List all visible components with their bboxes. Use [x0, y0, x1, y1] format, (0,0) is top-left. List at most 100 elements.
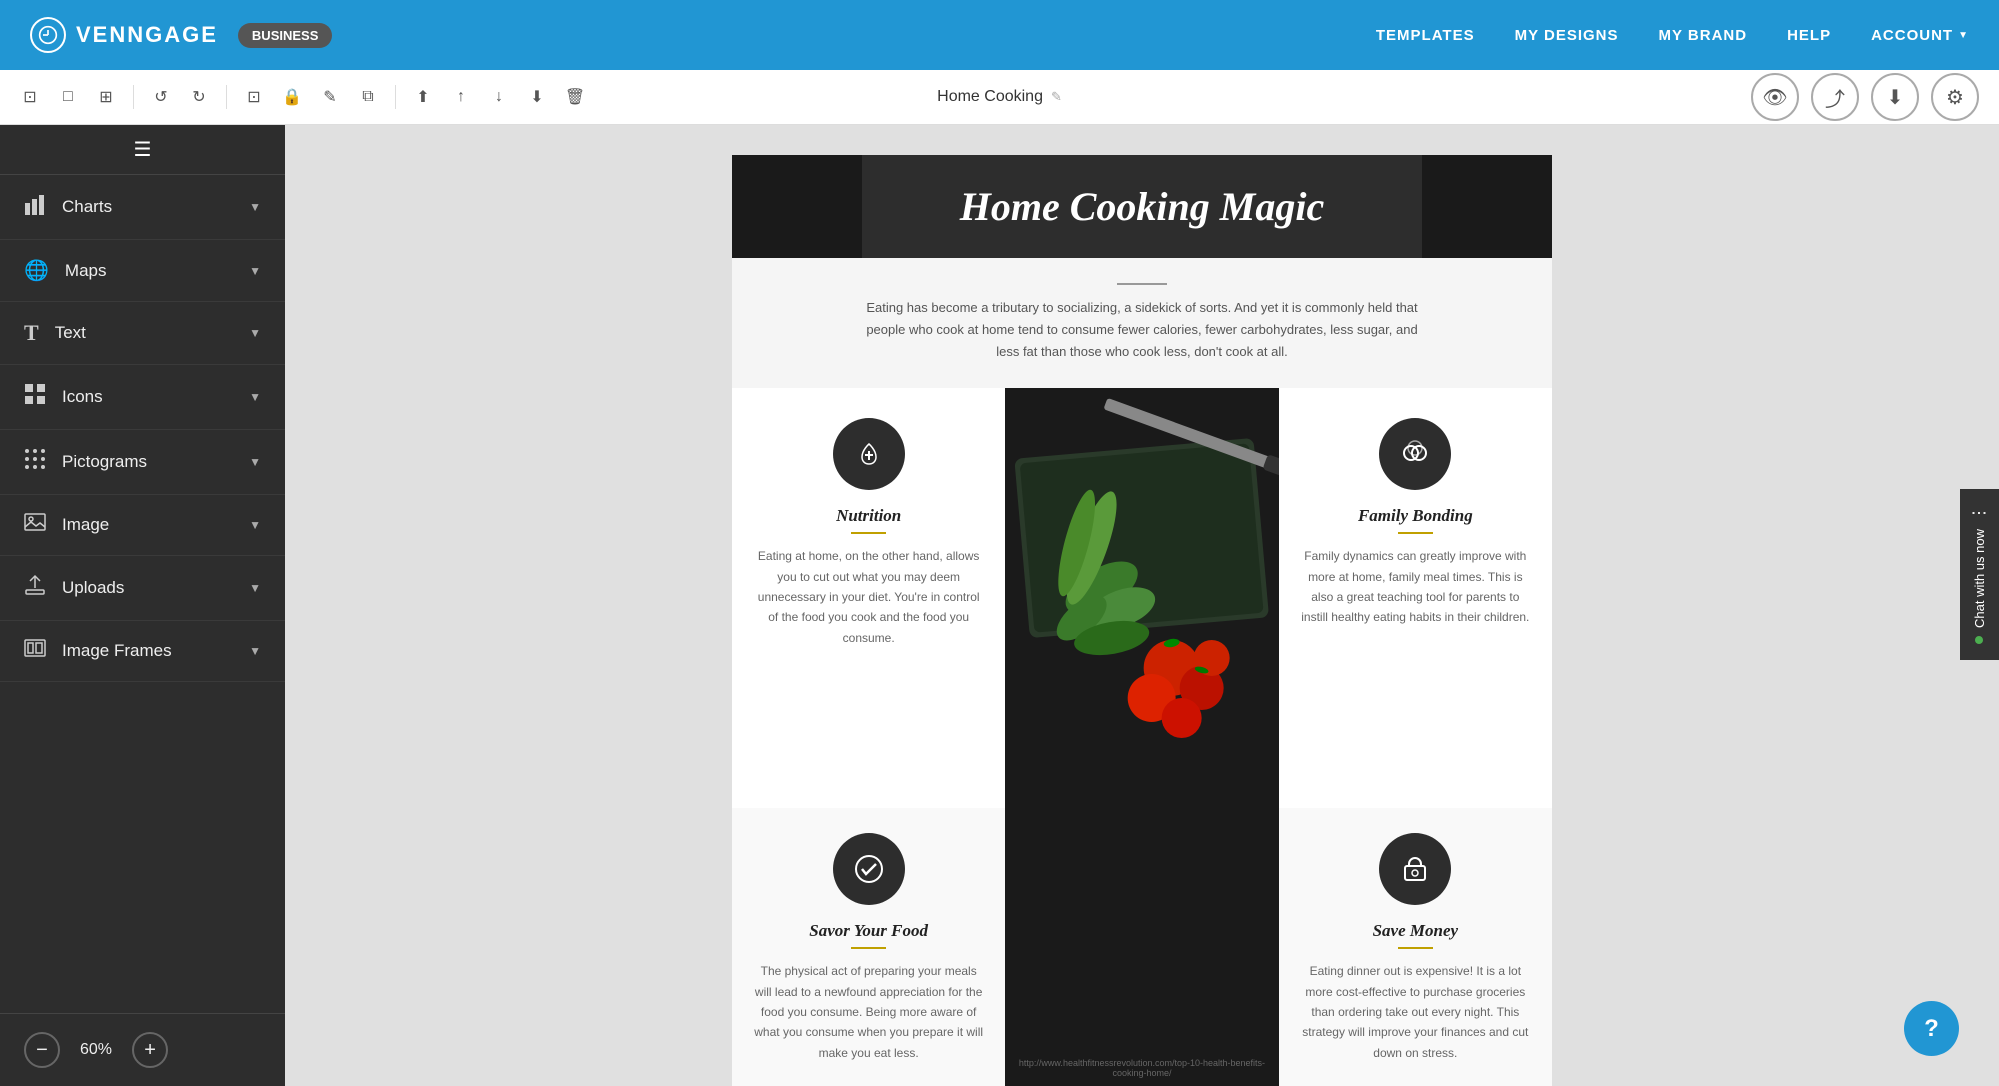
section-save-money: Save Money Eating dinner out is expensiv… — [1279, 808, 1552, 1086]
food-svg — [1005, 388, 1278, 808]
nav-templates[interactable]: TEMPLATES — [1376, 27, 1475, 44]
nutrition-title: Nutrition — [752, 506, 985, 526]
sidebar-top: ☰ — [0, 125, 285, 175]
brand-name[interactable]: VENNGAGE — [76, 22, 218, 48]
settings-icon[interactable]: ⚙ — [1931, 73, 1979, 121]
nutrition-icon — [833, 418, 905, 490]
family-bonding-divider — [1398, 532, 1433, 534]
main-layout: ☰ Charts ▼ 🌐 Maps ▼ — [0, 125, 1999, 1086]
toolbar-sep-3 — [395, 85, 396, 109]
editor-toolbar: ⊡ □ ⊞ ↺ ↻ ⊡ 🔒 ✎ ⧉ ⬆ ↑ ↓ ⬇ 🗑 Home Cooking… — [0, 70, 1999, 125]
logo-icon — [30, 17, 66, 53]
sidebar-item-pictograms[interactable]: Pictograms ▼ — [0, 430, 285, 495]
save-money-icon — [1379, 833, 1451, 905]
toolbar-move-top-icon[interactable]: ⬆ — [408, 82, 438, 112]
sidebar-item-charts[interactable]: Charts ▼ — [0, 175, 285, 240]
sidebar-item-icons[interactable]: Icons ▼ — [0, 365, 285, 430]
nav-my-brand[interactable]: MY BRAND — [1659, 27, 1748, 44]
nutrition-text: Eating at home, on the other hand, allow… — [752, 546, 985, 648]
save-money-text: Eating dinner out is expensive! It is a … — [1299, 961, 1532, 1063]
toolbar-sep-2 — [226, 85, 227, 109]
image-icon — [24, 513, 46, 537]
toolbar-image-icon[interactable]: ⊞ — [91, 82, 121, 112]
text-icon: T — [24, 320, 39, 346]
center-image-footer: http://www.healthfitnessrevolution.com/t… — [1005, 808, 1278, 1086]
toolbar-resize-icon[interactable]: ⊡ — [239, 82, 269, 112]
image-frames-icon — [24, 639, 46, 663]
footer-url: http://www.healthfitnessrevolution.com/t… — [1015, 1058, 1268, 1078]
sidebar-item-image[interactable]: Image ▼ — [0, 495, 285, 556]
section-nutrition: Nutrition Eating at home, on the other h… — [732, 388, 1005, 808]
help-button[interactable]: ? — [1904, 1001, 1959, 1056]
edit-title-icon[interactable]: ✎ — [1051, 89, 1062, 105]
center-image — [1005, 388, 1278, 808]
share-icon[interactable]: ⤴ — [1811, 73, 1859, 121]
preview-icon[interactable]: 👁 — [1751, 73, 1799, 121]
toolbar-right-actions: 👁 ⤴ ⬇ ⚙ — [1751, 73, 1979, 121]
icons-chevron: ▼ — [249, 390, 261, 404]
sidebar-footer: − 60% + — [0, 1013, 285, 1086]
toolbar-move-up-icon[interactable]: ↑ — [446, 82, 476, 112]
infographic: Home Cooking Magic Eating has become a t… — [732, 155, 1552, 1056]
toolbar-move-down-icon[interactable]: ↓ — [484, 82, 514, 112]
zoom-in-button[interactable]: + — [132, 1032, 168, 1068]
toolbar-edit-icon[interactable]: ✎ — [315, 82, 345, 112]
nutrition-divider — [851, 532, 886, 534]
intro-text: Eating has become a tributary to sociali… — [862, 297, 1422, 363]
nav-account[interactable]: ACCOUNT — [1871, 27, 1969, 44]
sidebar-image-label: Image — [62, 515, 109, 535]
toolbar-move-bottom-icon[interactable]: ⬇ — [522, 82, 552, 112]
section-family-bonding: Family Bonding Family dynamics can great… — [1279, 388, 1552, 808]
sidebar-maps-label: Maps — [65, 261, 107, 281]
toolbar-select-icon[interactable]: □ — [53, 82, 83, 112]
uploads-icon — [24, 574, 46, 602]
sidebar-item-text[interactable]: T Text ▼ — [0, 302, 285, 365]
pictograms-chevron: ▼ — [249, 455, 261, 469]
text-chevron: ▼ — [249, 326, 261, 340]
download-icon[interactable]: ⬇ — [1871, 73, 1919, 121]
hamburger-menu[interactable]: ☰ — [134, 137, 152, 162]
savor-food-title: Savor Your Food — [752, 921, 985, 941]
bottom-section: Savor Your Food The physical act of prep… — [732, 808, 1552, 1086]
toolbar-delete-icon[interactable]: 🗑 — [560, 82, 590, 112]
icons-icon — [24, 383, 46, 411]
chat-button[interactable]: Chat with us now ⋮ — [1960, 489, 1999, 660]
zoom-level: 60% — [80, 1041, 112, 1059]
toolbar-lock-icon[interactable]: 🔒 — [277, 82, 307, 112]
infographic-intro: Eating has become a tributary to sociali… — [732, 258, 1552, 388]
nav-links: TEMPLATES MY DESIGNS MY BRAND HELP ACCOU… — [1376, 27, 1969, 44]
toolbar-frame-icon[interactable]: ⊡ — [15, 82, 45, 112]
chat-online-indicator — [1976, 636, 1984, 644]
toolbar-copy-icon[interactable]: ⧉ — [353, 82, 383, 112]
zoom-out-button[interactable]: − — [24, 1032, 60, 1068]
family-bonding-title: Family Bonding — [1299, 506, 1532, 526]
toolbar-undo-icon[interactable]: ↺ — [146, 82, 176, 112]
sidebar-image-frames-label: Image Frames — [62, 641, 172, 661]
savor-food-text: The physical act of preparing your meals… — [752, 961, 985, 1063]
chat-label: Chat with us now — [1972, 529, 1987, 628]
sidebar-text-label: Text — [55, 323, 86, 343]
image-chevron: ▼ — [249, 518, 261, 532]
nav-my-designs[interactable]: MY DESIGNS — [1515, 27, 1619, 44]
sidebar-item-uploads[interactable]: Uploads ▼ — [0, 556, 285, 621]
toolbar-redo-icon[interactable]: ↻ — [184, 82, 214, 112]
sidebar-uploads-label: Uploads — [62, 578, 124, 598]
sidebar-charts-label: Charts — [62, 197, 112, 217]
canvas-area[interactable]: Home Cooking Magic Eating has become a t… — [285, 125, 1999, 1086]
sidebar-item-image-frames[interactable]: Image Frames ▼ — [0, 621, 285, 682]
chat-menu-icon: ⋮ — [1970, 505, 1989, 521]
sidebar-item-maps[interactable]: 🌐 Maps ▼ — [0, 240, 285, 302]
help-icon: ? — [1924, 1015, 1939, 1043]
image-frames-chevron: ▼ — [249, 644, 261, 658]
toolbar-sep-1 — [133, 85, 134, 109]
sidebar: ☰ Charts ▼ 🌐 Maps ▼ — [0, 125, 285, 1086]
save-money-divider — [1398, 947, 1433, 949]
main-content: Nutrition Eating at home, on the other h… — [732, 388, 1552, 808]
nav-help[interactable]: HELP — [1787, 27, 1831, 44]
sidebar-pictograms-label: Pictograms — [62, 452, 147, 472]
header-bar-right — [1422, 155, 1552, 258]
section-savor-food: Savor Your Food The physical act of prep… — [732, 808, 1005, 1086]
business-badge: BUSINESS — [238, 23, 332, 48]
infographic-title: Home Cooking Magic — [960, 183, 1324, 230]
save-money-title: Save Money — [1299, 921, 1532, 941]
